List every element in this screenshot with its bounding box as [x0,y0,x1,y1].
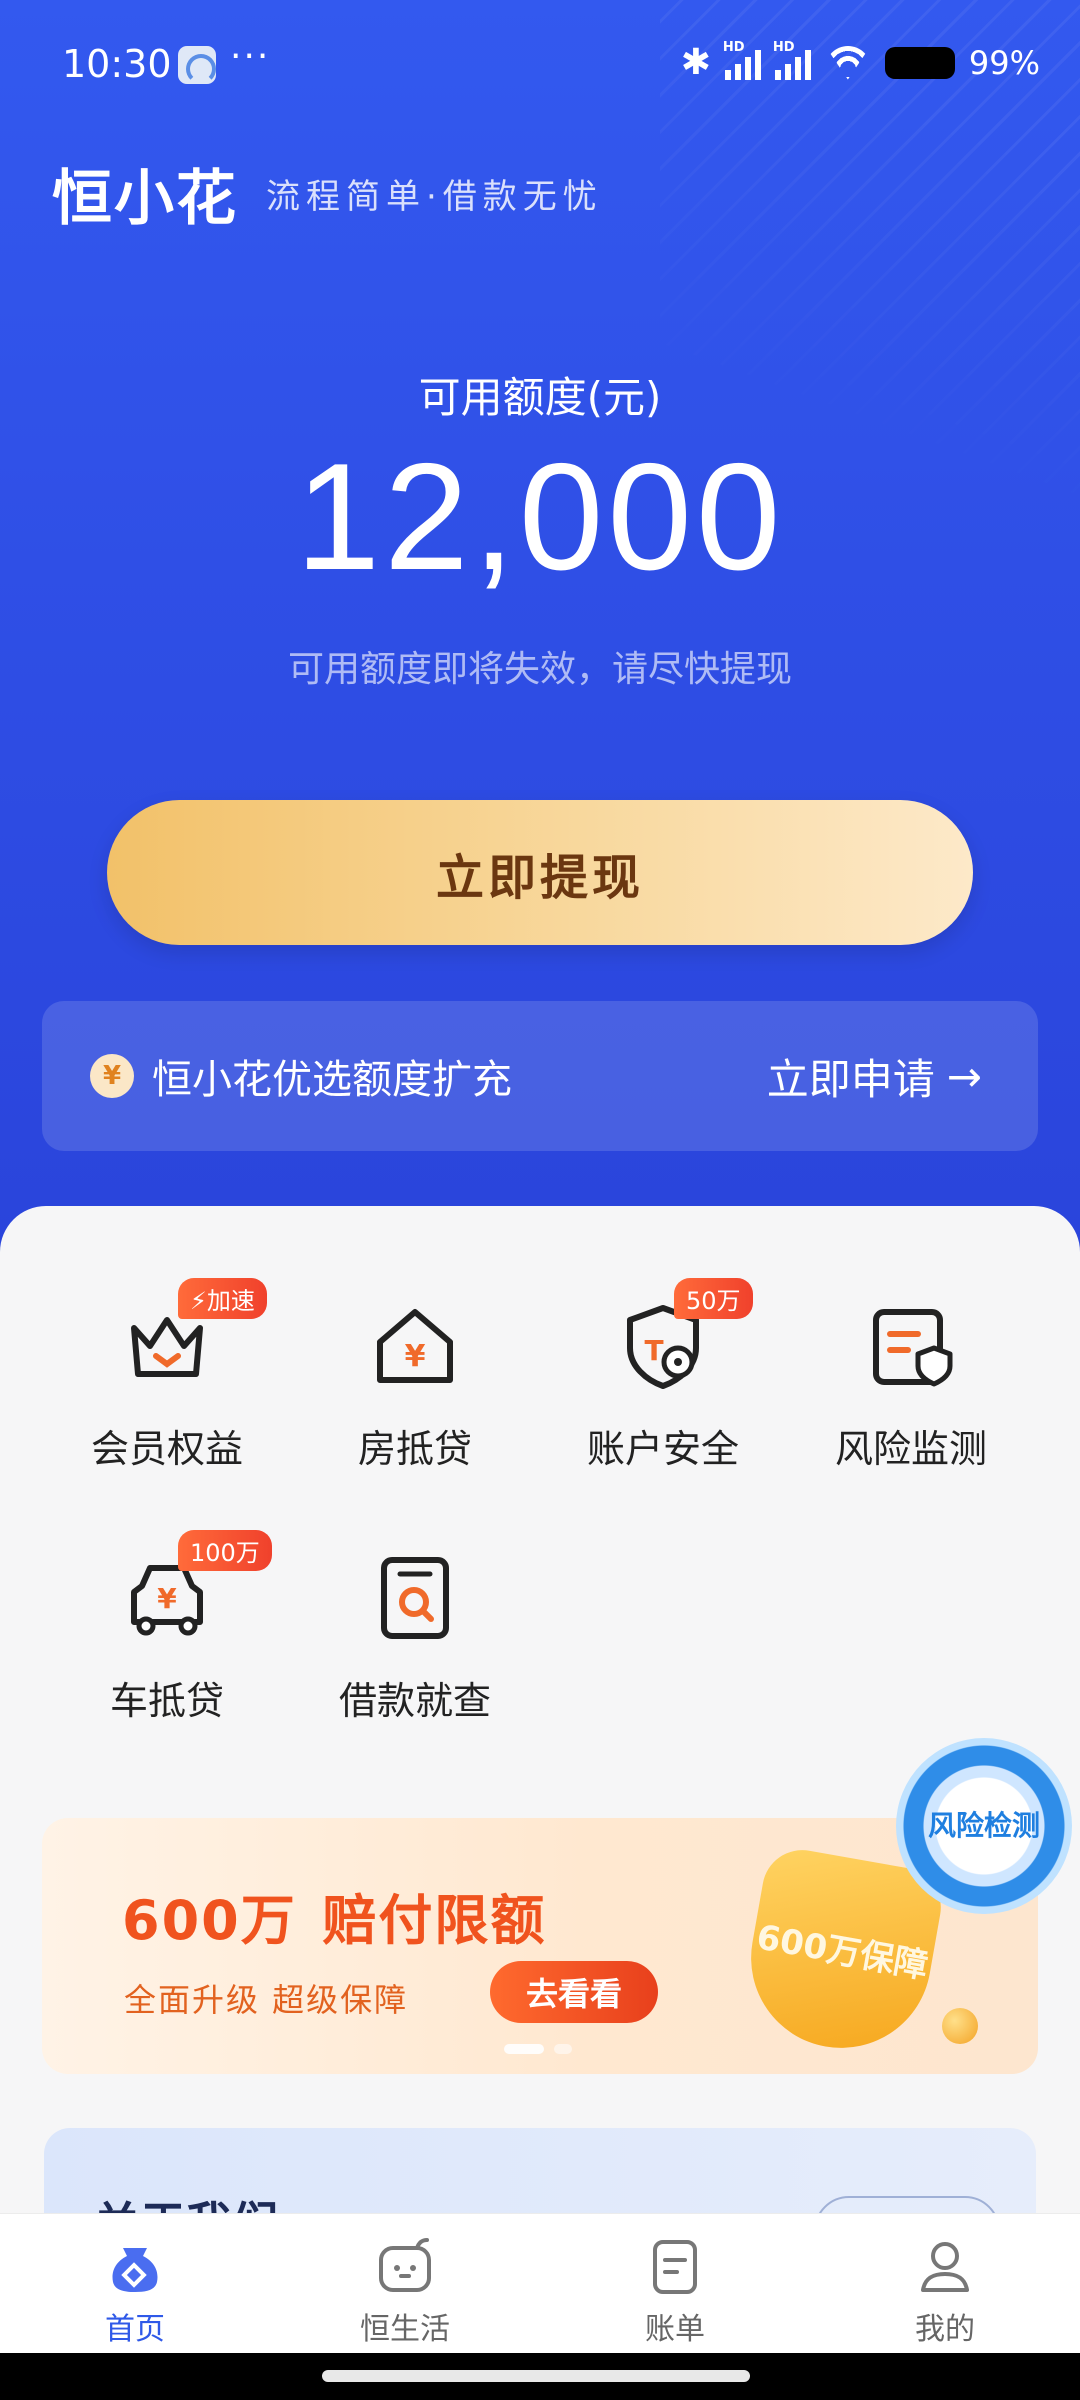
svg-text:¥: ¥ [405,1339,426,1374]
banner-title-number: 600万 [122,1889,297,1952]
risk-detection-float-button[interactable]: 风险检测 [896,1738,1072,1914]
withdraw-button[interactable]: 立即提现 [107,800,973,945]
brand-slogan: 流程简单·借款无忧 [266,177,603,217]
tag-badge: 50万 [674,1278,753,1319]
profile-icon [921,2242,969,2292]
tab-label: 我的 [915,2312,975,2347]
more-dots: ··· [230,36,271,77]
battery-icon [884,46,955,79]
bottom-tab-bar: 首页 恒生活 账单 我的 [0,2213,1080,2353]
tab-bill[interactable]: 账单 [540,2214,810,2353]
tab-life[interactable]: 恒生活 [270,2214,540,2353]
go-see-button[interactable]: 去看看 [490,1961,658,2023]
decor-ball [942,2008,978,2044]
home-indicator[interactable] [322,2370,750,2382]
quota-note: 可用额度即将失效，请尽快提现 [287,649,792,690]
bluetooth-icon: ✱ [680,42,711,83]
promo-text: 恒小花优选额度扩充 [152,1057,512,1103]
search-doc-icon [360,1542,470,1652]
banner-title: 600万 赔付限额 [122,1876,546,1956]
service-label: 房抵贷 [357,1427,472,1471]
quota-amount: 12,000 [295,432,785,602]
life-face-icon [379,2238,431,2292]
crown-icon: ⚡加速 [112,1278,267,1400]
tab-label: 首页 [105,2312,165,2347]
service-label: 账户安全 [586,1427,739,1471]
tab-label: 恒生活 [360,2312,450,2347]
house-yen-icon: ¥ [360,1290,470,1400]
status-bar: 10:30 ··· ✱ HD HD 99% [0,0,1080,130]
home-bag-icon [112,2248,158,2292]
service-loan-query[interactable]: 借款就查 [295,1542,535,1725]
indicator-dot-active [504,2044,544,2054]
bill-icon [653,2240,697,2294]
apply-now-label: 立即申请 [766,1054,935,1104]
carousel-indicator [504,2044,572,2054]
tab-home[interactable]: 首页 [0,2214,270,2353]
compensation-banner[interactable]: 600万 赔付限额 全面升级 超级保障 去看看 600万保障 [42,1818,1038,2074]
indicator-dot [554,2044,572,2054]
shield-lock-icon: T 50万 [608,1278,753,1400]
tab-label: 账单 [645,2312,705,2347]
car-yen-icon: ¥ 100万 [112,1530,272,1652]
service-car-loan[interactable]: ¥ 100万 车抵贷 [47,1530,287,1725]
service-account-security[interactable]: T 50万 账户安全 [543,1278,783,1473]
tag-badge: 100万 [178,1530,272,1571]
service-label: 风险监测 [834,1427,987,1471]
status-right: ✱ HD HD 99% [680,40,1040,84]
hd-label: HD [722,39,745,55]
tab-mine[interactable]: 我的 [810,2214,1080,2353]
yen-coin-icon: ¥ [90,1054,134,1098]
quota-label: 可用额度(元) [418,373,662,422]
arrow-right-icon: → [946,1051,982,1101]
status-time: 10:30 [62,42,172,86]
system-nav-bar [0,2353,1080,2400]
hero-section: 10:30 ··· ✱ HD HD 99% 恒小花 流程简单·借款无忧 可用额度… [0,0,1080,1260]
apply-now-link[interactable]: 立即申请 → [767,1046,982,1107]
service-member-benefits[interactable]: ⚡加速 会员权益 [47,1278,287,1473]
service-house-loan[interactable]: ¥ 房抵贷 [295,1290,535,1473]
battery-level: 99% [968,43,1040,82]
service-risk-monitor[interactable]: 风险监测 [791,1290,1031,1473]
banner-subtitle: 全面升级 超级保障 [124,1981,409,2019]
brand-header: 恒小花 流程简单·借款无忧 [52,150,603,237]
monitor-shield-icon [856,1290,966,1400]
service-label: 车抵贷 [109,1679,224,1723]
signal-icon: HD [723,40,761,80]
service-label: 会员权益 [90,1427,243,1471]
hd-label: HD [772,39,795,55]
banner-title-text: 赔付限额 [322,1889,547,1952]
svg-text:T: T [644,1334,663,1367]
tag-badge: ⚡加速 [178,1278,267,1319]
quota-expansion-strip[interactable]: ¥ 恒小花优选额度扩充 立即申请 → [42,1001,1038,1151]
signal-icon: HD [773,40,811,80]
promo-left: ¥ 恒小花优选额度扩充 [90,1047,512,1105]
wifi-icon [825,46,871,80]
svg-text:¥: ¥ [157,1582,177,1615]
brand-logo: 恒小花 [52,164,238,234]
app-icon [178,46,216,84]
service-label: 借款就查 [338,1679,491,1723]
